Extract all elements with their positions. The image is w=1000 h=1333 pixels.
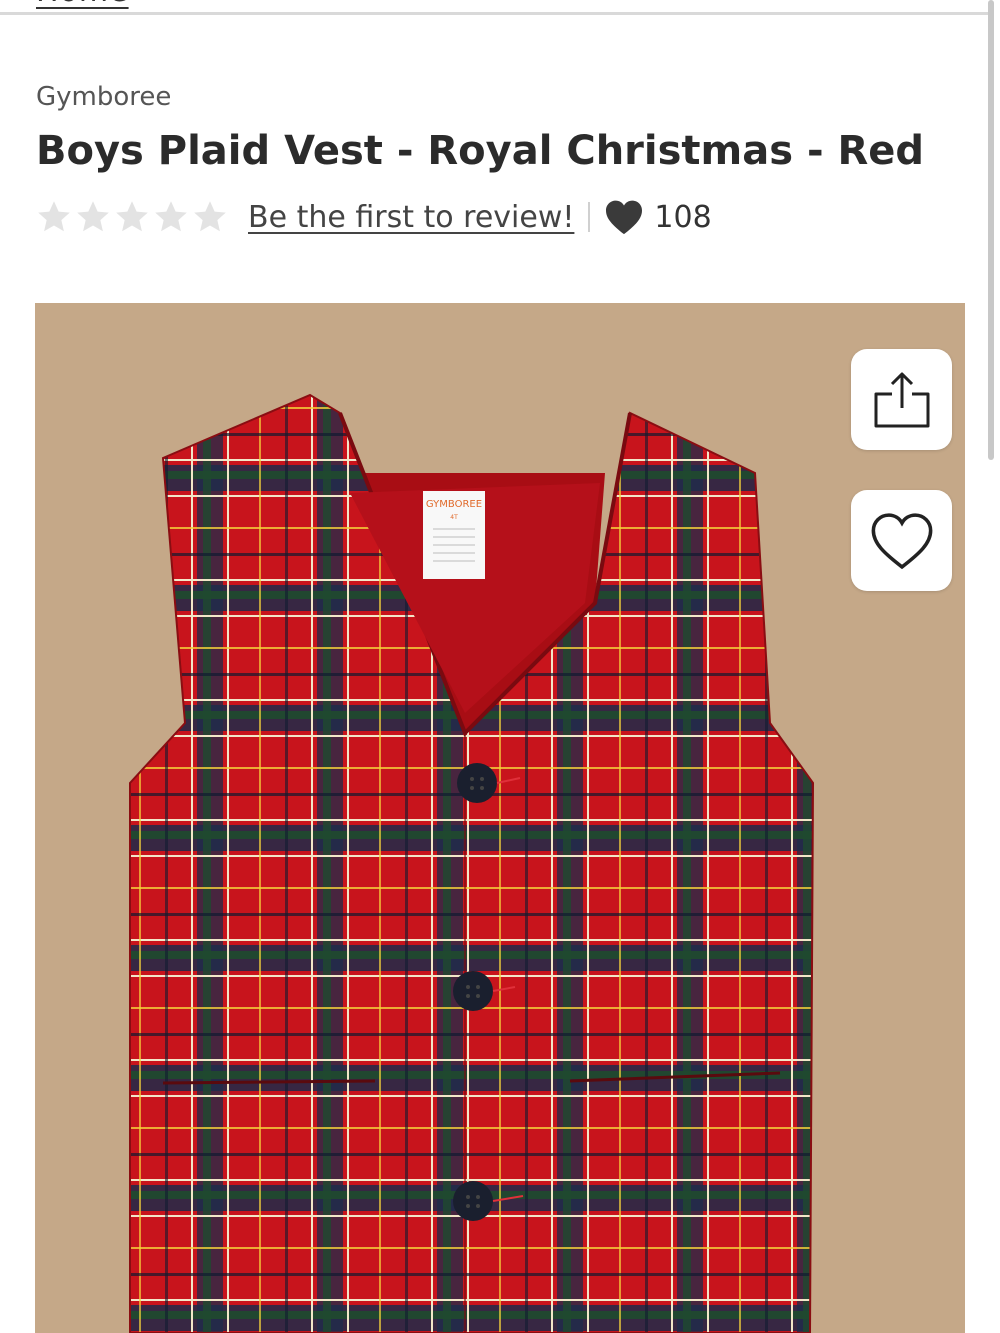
breadcrumb-home-link[interactable]: Home [36,0,129,9]
heart-outline-icon [871,512,932,569]
share-button[interactable] [851,349,952,450]
vest-button [453,1181,493,1221]
rating-row: Be the first to review! 108 [36,192,712,242]
star-icon [38,201,70,232]
star-icon [155,201,187,232]
star-icon [194,201,226,232]
star-rating [36,199,228,235]
divider [588,202,591,232]
brand-name: Gymboree [36,82,172,112]
favorites-count: 108 [654,199,712,235]
svg-text:GYMBOREE: GYMBOREE [426,499,482,510]
scrollbar[interactable] [988,0,994,460]
heart-filled-icon[interactable] [604,199,644,235]
share-icon [874,372,929,427]
star-icon [116,201,148,232]
vest-button [453,971,493,1011]
vest-button [457,763,497,803]
star-icon [77,201,109,232]
product-image[interactable]: GYMBOREE 4T [35,303,965,1333]
write-review-link[interactable]: Be the first to review! [248,200,574,235]
top-divider [0,12,988,15]
product-title: Boys Plaid Vest - Royal Christmas - Red [36,128,925,174]
add-to-wishlist-button[interactable] [851,490,952,591]
svg-text:4T: 4T [450,514,458,521]
vest-illustration: GYMBOREE 4T [35,303,965,1333]
